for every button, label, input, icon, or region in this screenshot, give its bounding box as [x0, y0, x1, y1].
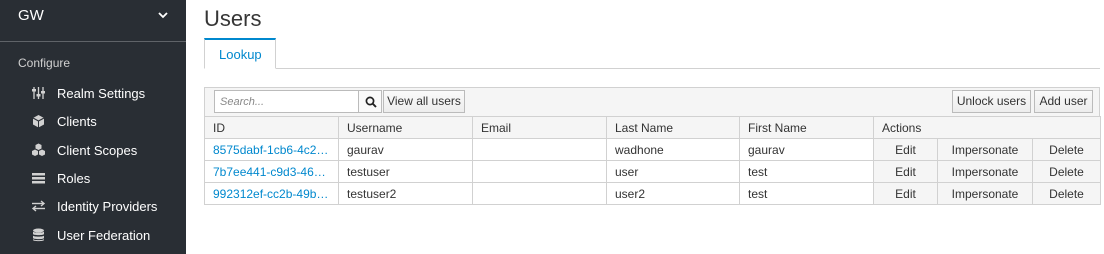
cubes-icon [32, 143, 45, 156]
impersonate-button[interactable]: Impersonate [937, 182, 1033, 205]
column-header-last-name[interactable]: Last Name [606, 116, 740, 139]
cell-username: testuser2 [338, 182, 473, 205]
cell-last-name: wadhone [606, 138, 740, 161]
user-id-link[interactable]: 992312ef-cc2b-49bc-... [204, 182, 339, 205]
exchange-icon [31, 200, 46, 212]
sidebar-item-label: Identity Providers [57, 199, 158, 214]
add-user-button[interactable]: Add user [1034, 90, 1093, 113]
sidebar-item-user-federation[interactable]: User Federation [0, 222, 186, 248]
column-header-first-name[interactable]: First Name [739, 116, 874, 139]
unlock-users-button[interactable]: Unlock users [952, 90, 1031, 113]
sidebar-item-identity-providers[interactable]: Identity Providers [0, 193, 186, 219]
cell-username: gaurav [338, 138, 473, 161]
cell-first-name: gaurav [739, 138, 874, 161]
impersonate-button[interactable]: Impersonate [937, 138, 1033, 161]
column-header-actions: Actions [872, 116, 1102, 139]
tab-label: Lookup [219, 47, 262, 62]
cell-username: testuser [338, 160, 473, 183]
sidebar: GW Configure Realm Settings Clients Clie… [0, 0, 186, 254]
cell-last-name: user2 [606, 182, 740, 205]
cell-last-name: user [606, 160, 740, 183]
database-icon [33, 228, 44, 242]
list-icon [32, 173, 45, 184]
table-row: 992312ef-cc2b-49bc-... testuser2 user2 t… [204, 182, 1102, 205]
edit-button[interactable]: Edit [873, 182, 938, 205]
section-label-configure: Configure [18, 56, 71, 70]
search-button[interactable] [358, 90, 382, 113]
search-input[interactable] [214, 90, 359, 113]
sliders-icon [32, 87, 45, 99]
tabs-divider [204, 68, 1100, 69]
chevron-down-icon [158, 12, 168, 19]
cell-email [472, 182, 607, 205]
edit-button[interactable]: Edit [873, 138, 938, 161]
sidebar-item-label: Client Scopes [57, 143, 138, 158]
table-row: 7b7ee441-c9d3-460d... testuser user test… [204, 160, 1102, 183]
cell-first-name: test [739, 160, 874, 183]
column-header-username[interactable]: Username [338, 116, 473, 139]
table-toolbar: View all users Unlock users Add user [204, 87, 1100, 117]
sidebar-item-label: Clients [57, 114, 97, 129]
table-row: 8575dabf-1cb6-4c25-... gaurav wadhone ga… [204, 138, 1102, 161]
realm-selector[interactable]: GW [0, 0, 186, 42]
delete-button[interactable]: Delete [1031, 160, 1102, 183]
cell-email [472, 160, 607, 183]
sidebar-item-roles[interactable]: Roles [0, 165, 186, 191]
users-table: ID Username Email Last Name First Name A… [204, 116, 1102, 205]
cell-first-name: test [739, 182, 874, 205]
sidebar-item-label: User Federation [57, 228, 151, 243]
sidebar-item-client-scopes[interactable]: Client Scopes [0, 137, 186, 163]
edit-button[interactable]: Edit [873, 160, 938, 183]
search-icon [365, 96, 377, 108]
user-id-link[interactable]: 8575dabf-1cb6-4c25-... [204, 138, 339, 161]
sidebar-item-label: Roles [57, 171, 91, 186]
user-id-link[interactable]: 7b7ee441-c9d3-460d... [204, 160, 339, 183]
cube-icon [32, 115, 45, 128]
impersonate-button[interactable]: Impersonate [937, 160, 1033, 183]
sidebar-item-clients[interactable]: Clients [0, 108, 186, 134]
delete-button[interactable]: Delete [1031, 138, 1102, 161]
view-all-users-button[interactable]: View all users [383, 90, 465, 113]
sidebar-item-label: Realm Settings [57, 86, 146, 101]
sidebar-item-realm-settings[interactable]: Realm Settings [0, 80, 186, 106]
realm-name: GW [18, 7, 44, 24]
table-header-row: ID Username Email Last Name First Name A… [204, 116, 1102, 139]
column-header-id[interactable]: ID [204, 116, 339, 139]
page-title: Users [204, 6, 262, 31]
delete-button[interactable]: Delete [1031, 182, 1102, 205]
tab-lookup[interactable]: Lookup [204, 38, 276, 69]
cell-email [472, 138, 607, 161]
column-header-email[interactable]: Email [472, 116, 607, 139]
